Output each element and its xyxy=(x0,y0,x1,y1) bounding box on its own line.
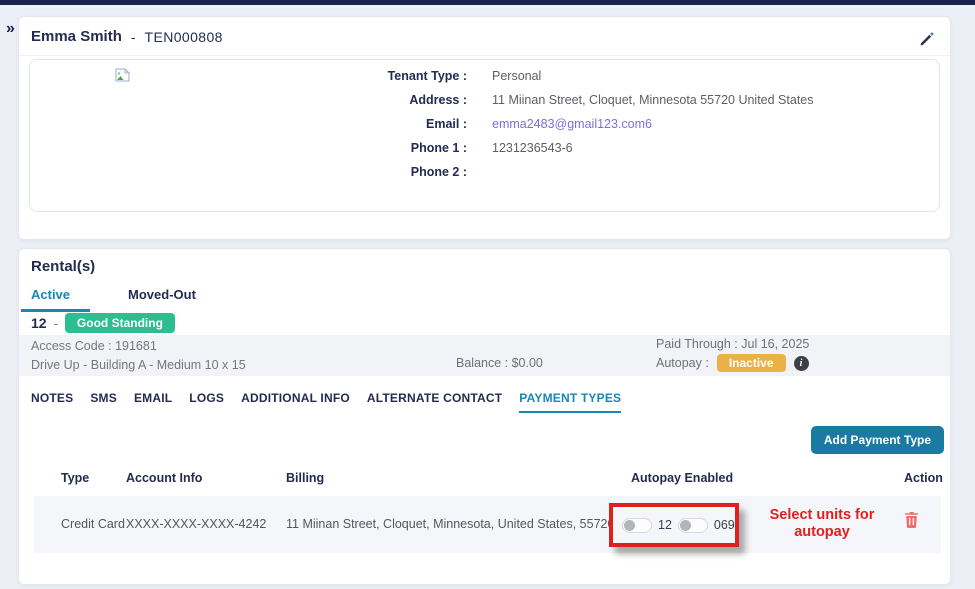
column-header-billing: Billing xyxy=(286,471,324,485)
unit-access-info: Access Code : 191681 Drive Up - Building… xyxy=(31,337,246,375)
header-divider xyxy=(19,55,950,56)
tenant-detail-page: » Emma Smith - TEN000808 Tenant Type : P… xyxy=(0,0,975,589)
unit-number: 12 xyxy=(31,315,47,331)
rentals-card: Rental(s) Active Moved-Out 12 - Good Sta… xyxy=(18,248,951,585)
email-label: Email : xyxy=(30,117,467,131)
tenant-info-rows: Tenant Type : Personal Address : 11 Miin… xyxy=(30,69,939,189)
phone2-label: Phone 2 : xyxy=(30,165,467,179)
add-payment-type-button[interactable]: Add Payment Type xyxy=(811,426,944,454)
detail-tabs: NOTES SMS EMAIL LOGS ADDITIONAL INFO ALT… xyxy=(31,391,621,413)
tenant-header: Emma Smith - TEN000808 xyxy=(31,28,223,45)
email-link[interactable]: emma2483@gmail123.com6 xyxy=(492,117,652,131)
tenant-name: Emma Smith xyxy=(31,28,122,45)
top-navbar xyxy=(0,0,975,5)
rentals-title: Rental(s) xyxy=(31,258,95,275)
unit-details-panel: Access Code : 191681 Drive Up - Building… xyxy=(19,335,950,376)
annotation-line2: autopay xyxy=(756,524,888,541)
autopay-label: Autopay : xyxy=(656,356,709,370)
info-row-tenant-type: Tenant Type : Personal xyxy=(30,69,939,93)
tenant-type-label: Tenant Type : xyxy=(30,69,467,83)
annotation-line1: Select units for xyxy=(756,507,888,524)
address-value: 11 Miinan Street, Cloquet, Minnesota 557… xyxy=(492,93,814,107)
autopay-status-row: Autopay : Inactive i xyxy=(656,354,809,372)
tab-active-rentals[interactable]: Active xyxy=(21,287,90,312)
annotation-highlight-box: 12 069 xyxy=(609,503,739,547)
column-header-account-info: Account Info xyxy=(126,471,202,485)
toggle-label-unit-069: 069 xyxy=(714,518,735,532)
info-row-address: Address : 11 Miinan Street, Cloquet, Min… xyxy=(30,93,939,117)
edit-tenant-pencil-icon[interactable] xyxy=(918,30,936,48)
autopay-toggle-unit-069[interactable] xyxy=(678,518,708,533)
autopay-inactive-badge: Inactive xyxy=(717,354,786,372)
tab-alternate-contact[interactable]: ALTERNATE CONTACT xyxy=(367,391,502,413)
tab-logs[interactable]: LOGS xyxy=(189,391,224,413)
account-info-cell: XXXX-XXXX-XXXX-4242 xyxy=(126,517,266,531)
column-header-action: Action xyxy=(904,471,943,485)
tenant-type-value: Personal xyxy=(492,69,541,83)
rentals-tabs: Active Moved-Out xyxy=(31,287,196,312)
toggle-label-unit-12: 12 xyxy=(658,518,672,532)
billing-address-cell: 11 Miinan Street, Cloquet, Minnesota, Un… xyxy=(286,517,614,531)
tenant-id: TEN000808 xyxy=(145,29,223,45)
column-header-autopay-enabled: Autopay Enabled xyxy=(631,471,733,485)
tab-sms[interactable]: SMS xyxy=(90,391,117,413)
tenant-info-box: Tenant Type : Personal Address : 11 Miin… xyxy=(29,59,940,212)
collapse-sidebar-icon[interactable]: » xyxy=(6,20,15,38)
phone1-label: Phone 1 : xyxy=(30,141,467,155)
info-row-phone1: Phone 1 : 1231236543-6 xyxy=(30,141,939,165)
autopay-toggle-unit-12[interactable] xyxy=(622,518,652,533)
tab-additional-info[interactable]: ADDITIONAL INFO xyxy=(241,391,350,413)
good-standing-badge: Good Standing xyxy=(65,313,175,333)
delete-payment-type-trash-icon[interactable] xyxy=(904,511,920,528)
phone1-value: 1231236543-6 xyxy=(492,141,573,155)
info-icon[interactable]: i xyxy=(794,356,809,371)
tab-email[interactable]: EMAIL xyxy=(134,391,172,413)
tab-moved-out[interactable]: Moved-Out xyxy=(128,287,196,312)
column-header-type: Type xyxy=(61,471,89,485)
unit-number-dash: - xyxy=(54,316,58,331)
tenant-card: Emma Smith - TEN000808 Tenant Type : Per… xyxy=(18,16,951,240)
tab-payment-types[interactable]: PAYMENT TYPES xyxy=(519,391,621,413)
tenant-name-separator: - xyxy=(131,29,136,45)
annotation-text: Select units for autopay xyxy=(756,507,888,541)
unit-summary-row: 12 - Good Standing xyxy=(31,313,175,333)
unit-description: Drive Up - Building A - Medium 10 x 15 xyxy=(31,356,246,375)
paid-through: Paid Through : Jul 16, 2025 xyxy=(656,337,809,351)
tab-notes[interactable]: NOTES xyxy=(31,391,73,413)
access-code: Access Code : 191681 xyxy=(31,337,246,356)
unit-balance: Balance : $0.00 xyxy=(456,356,543,370)
payment-type-cell: Credit Card xyxy=(61,517,125,531)
address-label: Address : xyxy=(30,93,467,107)
info-row-email: Email : emma2483@gmail123.com6 xyxy=(30,117,939,141)
info-row-phone2: Phone 2 : xyxy=(30,165,939,189)
